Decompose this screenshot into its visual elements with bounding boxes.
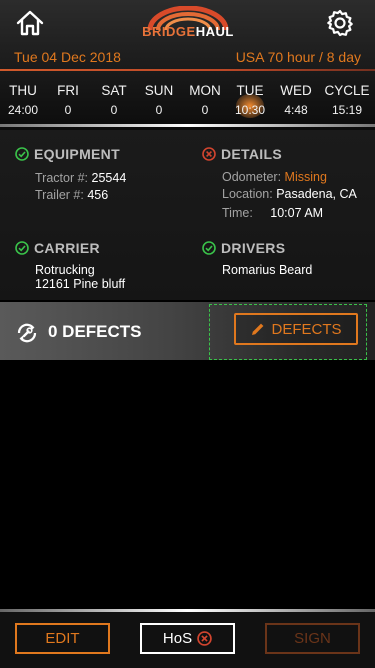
current-date: Tue 04 Dec 2018 bbox=[14, 49, 121, 65]
home-button[interactable] bbox=[13, 6, 47, 40]
log-info-panel: EQUIPMENT Tractor #: 25544 Trailer #: 45… bbox=[0, 130, 375, 300]
time-line: Time: 10:07 AM bbox=[222, 206, 324, 220]
tractor-line: Tractor #: 25544 bbox=[35, 171, 127, 185]
check-circle-icon bbox=[15, 147, 29, 161]
wrench-refresh-icon bbox=[17, 323, 37, 343]
odometer-value: Missing bbox=[284, 170, 327, 184]
bottom-toolbar: EDIT HoS SIGN bbox=[0, 612, 375, 668]
driver-name: Romarius Beard bbox=[222, 263, 313, 277]
logo-text-haul: HAUL bbox=[195, 24, 234, 39]
day-sun[interactable]: SUN 0 bbox=[136, 83, 182, 117]
logo-text-bridge: BRIDGE bbox=[142, 24, 196, 39]
sign-button[interactable]: SIGN bbox=[265, 623, 360, 654]
hos-button[interactable]: HoS bbox=[140, 623, 235, 654]
day-fri[interactable]: FRI 0 bbox=[45, 83, 91, 117]
equipment-section-title[interactable]: EQUIPMENT bbox=[15, 146, 120, 162]
details-section-title[interactable]: DETAILS bbox=[202, 146, 282, 162]
tractor-value: 25544 bbox=[91, 171, 127, 185]
day-mon[interactable]: MON 0 bbox=[182, 83, 228, 117]
day-sat[interactable]: SAT 0 bbox=[91, 83, 137, 117]
time-value: 10:07 AM bbox=[270, 206, 324, 220]
home-icon bbox=[16, 10, 44, 36]
settings-button[interactable] bbox=[323, 6, 357, 40]
carrier-name: Rotrucking bbox=[35, 263, 95, 277]
pencil-icon bbox=[252, 323, 264, 335]
day-wed[interactable]: WED 4:48 bbox=[273, 83, 319, 117]
check-circle-icon bbox=[202, 241, 216, 255]
location-line: Location: Pasadena, CA bbox=[222, 187, 357, 201]
day-tue[interactable]: TUE 10:30 bbox=[227, 83, 273, 117]
defects-button[interactable]: DEFECTS bbox=[234, 313, 358, 345]
check-circle-icon bbox=[15, 241, 29, 255]
location-value: Pasadena, CA bbox=[276, 187, 357, 201]
odometer-line: Odometer: Missing bbox=[222, 170, 327, 184]
day-thu[interactable]: THU 24:00 bbox=[0, 83, 46, 117]
defect-count: 0 DEFECTS bbox=[48, 322, 142, 341]
divider bbox=[0, 124, 375, 127]
carrier-address: 12161 Pine bluff bbox=[35, 277, 126, 291]
error-circle-icon bbox=[202, 147, 216, 161]
error-circle-icon bbox=[197, 631, 212, 646]
hos-rule: USA 70 hour / 8 day bbox=[235, 49, 361, 65]
drivers-section-title[interactable]: DRIVERS bbox=[202, 240, 285, 256]
bridgehaul-logo: BRIDGEHAUL bbox=[140, 6, 236, 42]
carrier-section-title[interactable]: CARRIER bbox=[15, 240, 100, 256]
gear-icon bbox=[327, 9, 353, 37]
trailer-value: 456 bbox=[87, 188, 109, 202]
edit-button[interactable]: EDIT bbox=[15, 623, 110, 654]
top-header: BRIDGEHAUL Tue 04 Dec 2018 USA 70 hour /… bbox=[0, 0, 375, 130]
day-strip: THU 24:00 FRI 0 SAT 0 SUN 0 MON 0 TUE 10:30 WE… bbox=[0, 68, 375, 128]
cycle-total: CYCLE 15:19 bbox=[324, 83, 370, 117]
trailer-line: Trailer #: 456 bbox=[35, 188, 109, 202]
